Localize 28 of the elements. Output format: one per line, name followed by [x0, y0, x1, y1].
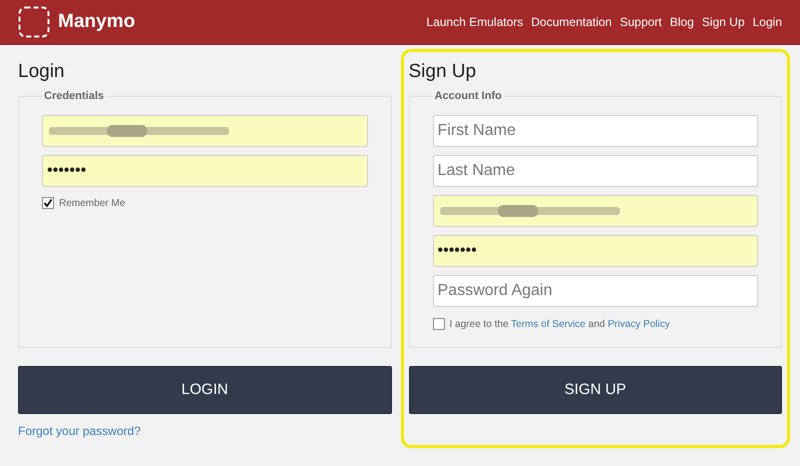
checkbox[interactable] [42, 197, 54, 209]
text-link[interactable]: Terms of Service [511, 318, 586, 330]
signup-button[interactable]: SIGN UP [408, 366, 782, 414]
nav-link[interactable]: Blog [670, 13, 694, 31]
agreement-text: I agree to the Terms of Service and Privacy Policy [450, 318, 670, 332]
fieldset-legend: Credentials [42, 88, 106, 104]
logo-icon [18, 6, 50, 38]
section-title: Login [18, 60, 66, 84]
input-field[interactable]: First Name [432, 114, 758, 146]
checkbox-label: Remember Me [59, 196, 126, 210]
nav-link[interactable]: Sign Up [702, 13, 745, 31]
nav-link[interactable]: Documentation [531, 13, 612, 31]
fieldset-legend: Account Info [432, 88, 504, 104]
nav-link[interactable]: Support [620, 13, 662, 31]
input-field[interactable]: Last Name [432, 154, 758, 186]
nav-link[interactable]: Launch Emulators [426, 13, 524, 31]
nav-link[interactable]: Login [752, 13, 782, 31]
input-field[interactable]: ••••••• [42, 154, 368, 186]
input-field[interactable]: ••••••• [432, 234, 758, 266]
login-button[interactable]: LOGIN [18, 366, 392, 414]
text-link[interactable]: Privacy Policy [608, 318, 670, 330]
input-field[interactable]: Password Again [432, 274, 758, 306]
input-field[interactable] [42, 114, 368, 146]
checkbox[interactable] [432, 318, 444, 330]
text-link[interactable]: Forgot your password? [18, 422, 141, 440]
section-title: Sign Up [408, 60, 478, 84]
logo-text: Manymo [58, 10, 136, 34]
input-field[interactable] [432, 194, 758, 226]
